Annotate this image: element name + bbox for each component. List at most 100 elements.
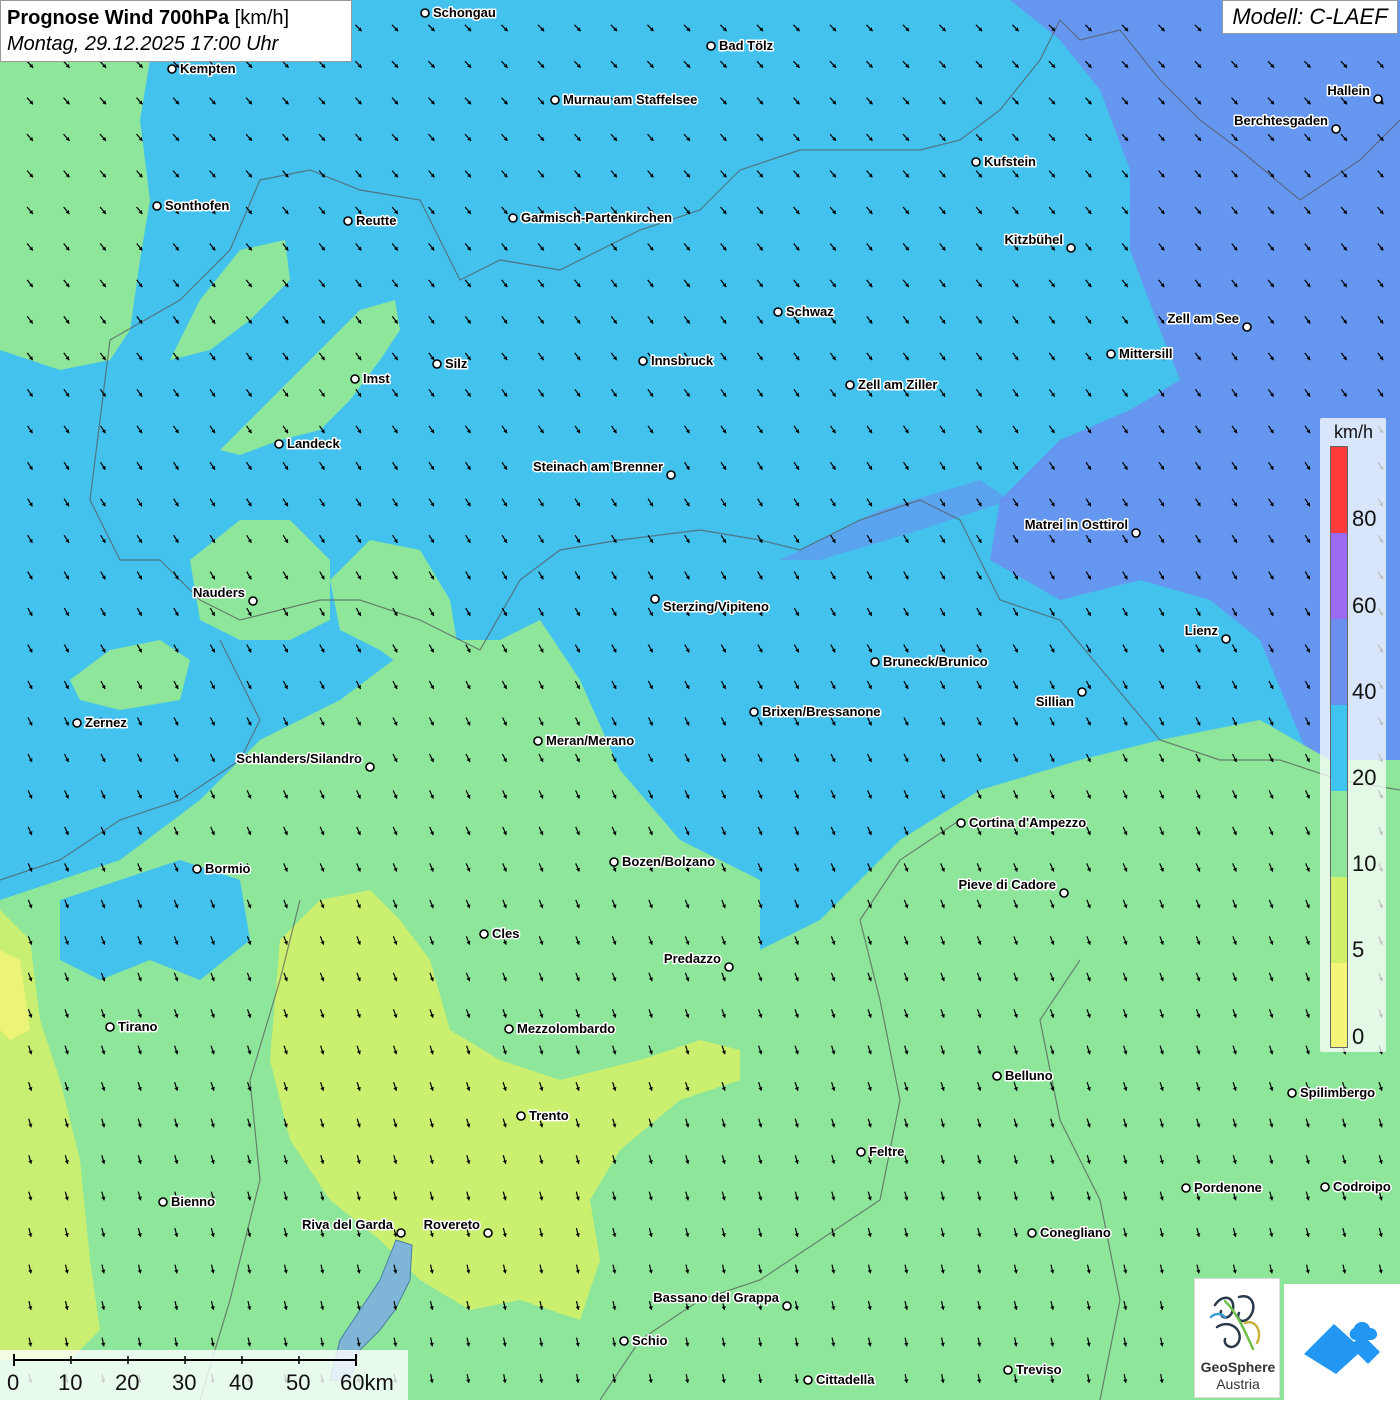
city-label: Codroipo [1333,1179,1391,1194]
city-dot [533,736,543,746]
city-dot [152,201,162,211]
map-title-main: Prognose Wind 700hPa [7,7,230,29]
city-label: Predazzo [664,951,721,966]
scale-label-50: 50 [286,1370,311,1395]
city-spilimbergo[interactable]: Spilimbergo [1287,1084,1377,1102]
city-innsbruck[interactable]: Innsbruck [638,352,715,370]
city-meran-merano[interactable]: Meran/Merano [533,732,636,750]
city-label: Steinach am Brenner [533,459,663,474]
city-label: Bienno [171,1194,215,1209]
city-label: Berchtesgaden [1234,113,1328,128]
city-dot [1131,528,1141,538]
city-dot [619,1336,629,1346]
city-label: Schongau [433,5,496,20]
legend-seg-20-40 [1331,705,1347,791]
city-dot [782,1301,792,1311]
city-dot [856,1147,866,1157]
city-dot [508,213,518,223]
city-dot [650,594,660,604]
city-dot [609,857,619,867]
city-bozen-bolzano[interactable]: Bozen/Bolzano [609,853,717,871]
city-label: Garmisch-Partenkirchen [521,210,672,225]
city-dot [724,962,734,972]
geosphere-logo[interactable]: GeoSphere Austria [1194,1278,1280,1398]
city-dot [1059,888,1069,898]
legend-bar [1330,446,1348,1048]
city-label: Lienz [1185,623,1219,638]
city-label: Bruneck/Brunico [883,654,988,669]
map-title-box: Prognose Wind 700hPa [km/h] Montag, 29.1… [0,0,352,62]
city-label: Hallein [1327,83,1370,98]
city-label: Meran/Merano [546,733,634,748]
city-dot [1003,1365,1013,1375]
city-pordenone[interactable]: Pordenone [1181,1179,1263,1197]
legend-label-20: 20 [1352,765,1377,790]
city-dot [248,596,258,606]
legend-label-40: 40 [1352,679,1377,704]
city-brixen-bressanone[interactable]: Brixen/Bressanone [749,703,882,721]
city-label: Riva del Garda [302,1217,394,1232]
city-label: Bassano del Grappa [653,1290,779,1305]
city-cortina-d-ampezzo[interactable]: Cortina d'Ampezzo [956,814,1088,832]
city-garmisch-partenkirchen[interactable]: Garmisch-Partenkirchen [508,209,674,227]
city-label: Treviso [1016,1362,1062,1377]
city-label: Sonthofen [165,198,229,213]
city-dot [956,818,966,828]
city-dot [971,157,981,167]
city-label: Kufstein [984,154,1036,169]
city-dot [72,718,82,728]
geosphere-logo-line2: Austria [1216,1376,1260,1392]
city-mezzolombardo[interactable]: Mezzolombardo [504,1020,617,1038]
city-label: Kitzbühel [1005,232,1064,247]
city-dot [105,1022,115,1032]
scale-label-60km: 60km [340,1370,394,1395]
city-dot [1221,634,1231,644]
app-logo[interactable] [1284,1284,1400,1400]
city-dot [638,356,648,366]
city-dot [479,929,489,939]
city-label: Silz [445,356,468,371]
city-label: Schlanders/Silandro [236,751,362,766]
city-label: Zell am Ziller [858,377,937,392]
legend-label-60: 60 [1352,593,1377,618]
city-label: Bad Tölz [719,38,774,53]
city-dot [1287,1088,1297,1098]
city-label: Mezzolombardo [517,1021,615,1036]
city-label: Bozen/Bolzano [622,854,715,869]
city-dot [803,1375,813,1385]
city-label: Feltre [869,1144,904,1159]
city-label: Imst [363,371,390,386]
city-dot [350,374,360,384]
geosphere-emblem-icon [1209,1294,1261,1351]
model-label: Modell: C-LAEF [1222,0,1398,34]
city-label: Brixen/Bressanone [762,704,881,719]
city-conegliano[interactable]: Conegliano [1027,1224,1112,1242]
city-murnau-am-staffelsee[interactable]: Murnau am Staffelsee [550,91,699,109]
city-dot [845,380,855,390]
city-label: Trento [529,1108,569,1123]
legend-unit: km/h [1334,422,1374,442]
city-dot [706,41,716,51]
city-dot [504,1024,514,1034]
city-dot [1320,1182,1330,1192]
geosphere-logo-line1: GeoSphere [1200,1359,1276,1375]
scale-bar: 0 10 20 30 40 50 60km [0,1350,408,1400]
city-dot [1242,322,1252,332]
scale-label-40: 40 [229,1370,254,1395]
legend-seg-60-80 [1331,533,1347,619]
scale-label-0: 0 [7,1370,20,1395]
city-dot [1331,124,1341,134]
city-sonthofen[interactable]: Sonthofen [152,197,231,215]
map-title-unit: [km/h] [234,7,290,29]
city-label: Zell am See [1167,311,1239,326]
city-dot [550,95,560,105]
city-label: Landeck [287,436,341,451]
city-zell-am-ziller[interactable]: Zell am Ziller [845,376,939,394]
legend-label-10: 10 [1352,851,1377,876]
city-bruneck-brunico[interactable]: Bruneck/Brunico [870,653,989,671]
city-schongau[interactable]: Schongau [420,4,497,22]
legend-seg-80plus [1331,447,1347,533]
city-label: Belluno [1005,1068,1053,1083]
wind-map[interactable]: Schongau Bad Tölz Kempten Murnau am Staffel… [0,0,1400,1400]
legend-label-5: 5 [1352,937,1365,962]
